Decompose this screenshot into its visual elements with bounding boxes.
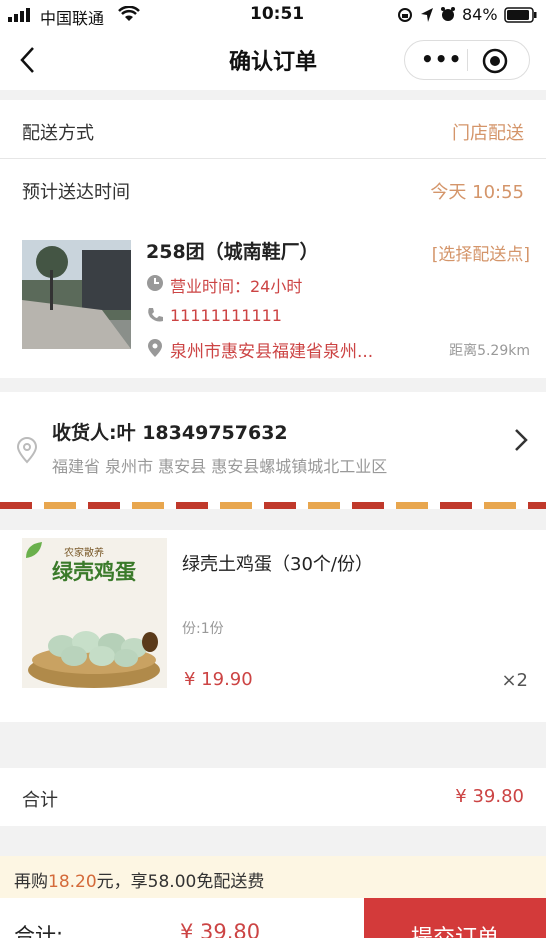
- signal-icon: [8, 7, 34, 26]
- nav-bar: 确认订单 •••: [0, 30, 546, 90]
- product-spec: 份:1份: [182, 621, 224, 637]
- product-price: ¥ 19.90: [184, 669, 253, 690]
- product-card: 农家散养 绿壳鸡蛋 绿壳土鸡蛋（30个/份） 份:1份 ¥ 19.90 ×2: [0, 530, 546, 722]
- leaf-icon: [24, 540, 44, 564]
- phone-icon: [146, 306, 164, 328]
- product-name: 绿壳土鸡蛋（30个/份）: [182, 554, 373, 575]
- address-envelope-stripe: [0, 502, 546, 509]
- store-address: 泉州市惠安县福建省泉州...: [170, 342, 374, 362]
- product-quantity: ×2: [501, 670, 528, 691]
- delivery-method-label: 配送方式: [22, 123, 94, 144]
- rotation-lock-icon: [397, 7, 413, 27]
- eta-value: 今天 10:55: [430, 182, 524, 203]
- store-photo: [22, 240, 131, 349]
- location-icon: [420, 7, 434, 27]
- checkout-bar: 合计: ¥ 39.80 提交订单: [0, 898, 546, 938]
- delivery-method-row[interactable]: 配送方式 门店配送: [0, 100, 546, 158]
- clock-icon: [146, 274, 164, 296]
- eta-label: 预计送达时间: [22, 182, 130, 203]
- submit-order-button[interactable]: 提交订单: [364, 898, 546, 938]
- eta-row[interactable]: 预计送达时间 今天 10:55: [0, 159, 546, 218]
- chevron-right-icon: [514, 428, 528, 456]
- select-pickup-point-link[interactable]: [选择配送点]: [432, 240, 530, 265]
- free-shipping-prefix: 再购: [14, 872, 48, 892]
- carrier-label: 中国联通: [40, 9, 105, 28]
- clock-time: 10:51: [250, 4, 305, 24]
- close-miniprogram-icon[interactable]: [481, 47, 509, 79]
- location-pin-icon: [147, 338, 163, 362]
- order-total-row: 合计 ¥ 39.80: [0, 768, 546, 826]
- wifi-icon: [118, 5, 140, 26]
- product-image-title: 绿壳鸡蛋: [52, 560, 136, 584]
- free-shipping-notice: 再购18.20元，享58.00免配送费: [0, 856, 546, 898]
- recipient-name-phone: 收货人:叶 18349757632: [52, 422, 288, 444]
- recipient-card[interactable]: 收货人:叶 18349757632 福建省 泉州市 惠安县 惠安县螺城镇城北工业…: [0, 392, 546, 502]
- recipient-address: 福建省 泉州市 惠安县 惠安县螺城镇城北工业区: [52, 457, 388, 476]
- alarm-icon: [440, 6, 456, 26]
- location-outline-icon: [16, 436, 38, 468]
- capsule-divider: [467, 49, 468, 71]
- store-distance: 距离5.29km: [449, 343, 530, 359]
- submit-order-label: 提交订单: [364, 920, 546, 938]
- checkout-total-value: ¥ 39.80: [180, 920, 261, 938]
- status-bar: 中国联通 10:51 84%: [0, 0, 546, 30]
- free-shipping-amount: 18.20: [48, 872, 97, 892]
- store-card: 258团（城南鞋厂） [选择配送点] 营业时间：24小时 11111111111…: [0, 218, 546, 378]
- product-image: 农家散养 绿壳鸡蛋: [22, 538, 167, 688]
- checkout-total-label: 合计:: [14, 924, 64, 938]
- free-shipping-suffix: 元，享58.00免配送费: [96, 872, 265, 892]
- store-hours: 营业时间：24小时: [170, 277, 303, 296]
- battery-icon: [504, 7, 538, 27]
- store-name: 258团（城南鞋厂）: [146, 241, 319, 263]
- free-shipping-text: 再购18.20元，享58.00免配送费: [14, 867, 264, 892]
- battery-percent: 84%: [462, 5, 498, 24]
- delivery-method-value: 门店配送: [452, 123, 524, 144]
- order-total-label: 合计: [22, 790, 58, 811]
- egg-basket-illustration: [28, 631, 160, 688]
- capsule-menu: •••: [404, 40, 530, 80]
- store-phone[interactable]: 11111111111: [170, 306, 282, 325]
- more-icon[interactable]: •••: [421, 47, 462, 71]
- order-total-value: ¥ 39.80: [455, 786, 524, 807]
